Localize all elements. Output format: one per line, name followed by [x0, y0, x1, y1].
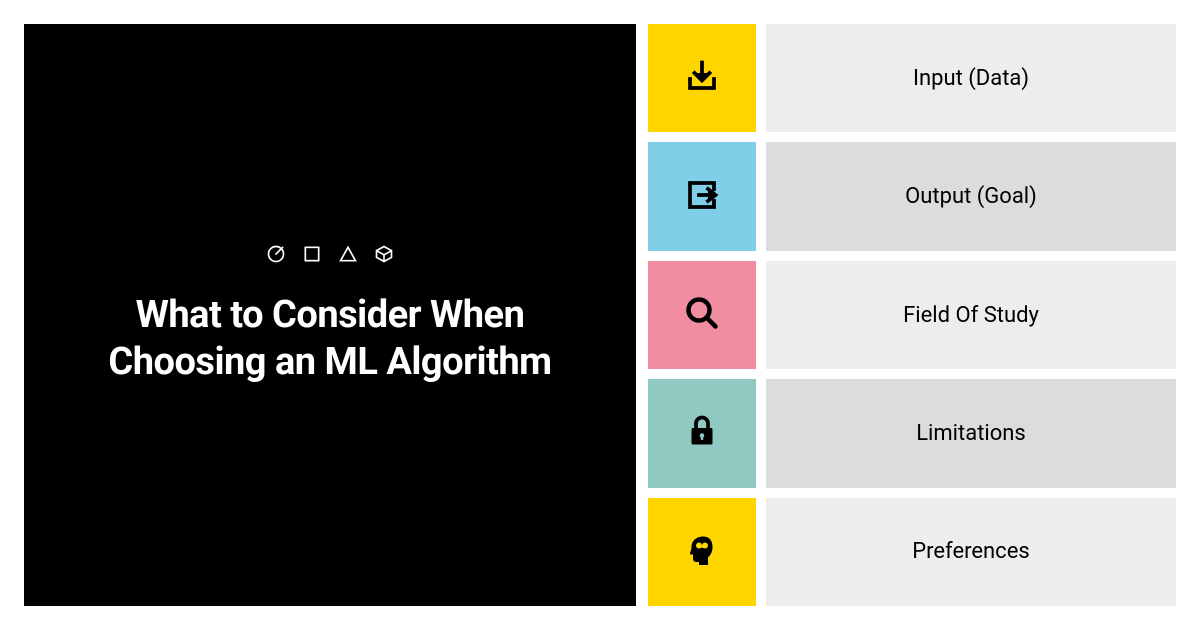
list-item: Limitations — [648, 379, 1176, 487]
list-item: Input (Data) — [648, 24, 1176, 132]
decorative-icon-row — [266, 244, 394, 268]
list-item: Output (Goal) — [648, 142, 1176, 250]
list-item: Preferences — [648, 498, 1176, 606]
icon-box-preferences — [648, 498, 756, 606]
item-label: Limitations — [766, 379, 1176, 487]
page-title: What to Consider When Choosing an ML Alg… — [64, 292, 596, 387]
title-panel: What to Consider When Choosing an ML Alg… — [24, 24, 636, 606]
item-label: Output (Goal) — [766, 142, 1176, 250]
triangle-icon — [338, 244, 358, 268]
icon-box-output — [648, 142, 756, 250]
export-icon — [684, 177, 720, 217]
item-label: Field Of Study — [766, 261, 1176, 369]
item-label: Preferences — [766, 498, 1176, 606]
circle-check-icon — [266, 244, 286, 268]
icon-box-input — [648, 24, 756, 132]
icon-box-limitations — [648, 379, 756, 487]
square-icon — [302, 244, 322, 268]
list-item: Field Of Study — [648, 261, 1176, 369]
lock-icon — [684, 413, 720, 453]
search-icon — [684, 295, 720, 335]
download-icon — [684, 58, 720, 98]
item-label: Input (Data) — [766, 24, 1176, 132]
brain-head-icon — [684, 532, 720, 572]
icon-box-field — [648, 261, 756, 369]
items-list: Input (Data) Output (Goal) Field Of Stu — [648, 24, 1176, 606]
cube-icon — [374, 244, 394, 268]
